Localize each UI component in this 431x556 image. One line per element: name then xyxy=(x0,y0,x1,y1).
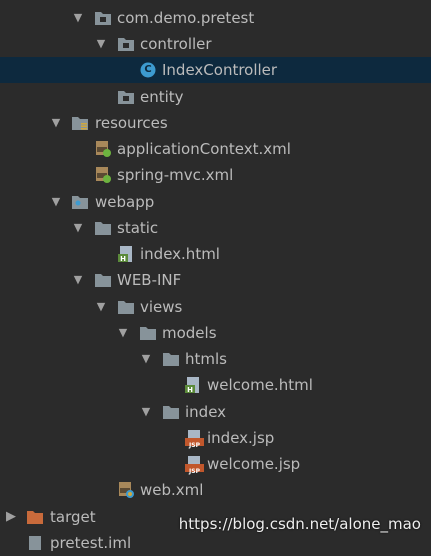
tree-label: resources xyxy=(95,114,168,132)
excluded-folder-icon xyxy=(27,511,43,524)
tree-row-htmls[interactable]: ▼ htmls xyxy=(0,346,431,372)
module-file-icon xyxy=(29,536,41,550)
watermark-text: https://blog.csdn.net/alone_mao xyxy=(178,515,421,533)
chevron-down-icon[interactable]: ▼ xyxy=(71,267,85,293)
chevron-down-icon[interactable]: ▼ xyxy=(94,31,108,57)
package-icon xyxy=(118,91,134,104)
chevron-down-icon[interactable]: ▼ xyxy=(116,320,130,346)
tree-row-controller[interactable]: ▼ controller xyxy=(0,31,431,57)
tree-label: welcome.html xyxy=(207,376,313,394)
chevron-down-icon[interactable]: ▼ xyxy=(49,110,63,136)
tree-label: controller xyxy=(140,35,212,53)
tree-row-webinf[interactable]: ▼ WEB-INF xyxy=(0,267,431,293)
tree-row-entity[interactable]: entity xyxy=(0,84,431,110)
folder-icon xyxy=(163,353,179,366)
package-icon xyxy=(95,12,111,25)
tree-row-webxml[interactable]: web.xml xyxy=(0,477,431,503)
folder-icon xyxy=(163,406,179,419)
tree-row-resources[interactable]: ▼ resources xyxy=(0,110,431,136)
tree-label: target xyxy=(50,508,96,526)
folder-icon xyxy=(140,327,156,340)
tree-row-welcomejsp[interactable]: JSP welcome.jsp xyxy=(0,451,431,477)
chevron-down-icon[interactable]: ▼ xyxy=(71,215,85,241)
tree-row-indexcontroller[interactable]: C IndexController xyxy=(0,57,431,83)
tree-row-package-pretest[interactable]: ▼ com.demo.pretest xyxy=(0,5,431,31)
spring-xml-icon xyxy=(96,141,111,157)
tree-label: spring-mvc.xml xyxy=(117,166,234,184)
tree-label: index.jsp xyxy=(207,429,275,447)
tree-row-indexhtml[interactable]: H index.html xyxy=(0,241,431,267)
tree-row-views[interactable]: ▼ views xyxy=(0,294,431,320)
chevron-down-icon[interactable]: ▼ xyxy=(49,189,63,215)
chevron-down-icon[interactable]: ▼ xyxy=(71,5,85,31)
tree-row-pretestiml[interactable]: pretest.iml xyxy=(0,530,431,556)
tree-label: pretest.iml xyxy=(50,534,132,552)
tree-label: web.xml xyxy=(140,481,204,499)
tree-row-models[interactable]: ▼ models xyxy=(0,320,431,346)
folder-icon xyxy=(118,301,134,314)
tree-label: welcome.jsp xyxy=(207,455,301,473)
tree-row-webapp[interactable]: ▼ webapp xyxy=(0,189,431,215)
resources-folder-icon xyxy=(72,117,88,130)
tree-label: applicationContext.xml xyxy=(117,140,291,158)
chevron-down-icon[interactable]: ▼ xyxy=(94,294,108,320)
tree-label: index.html xyxy=(140,245,220,263)
tree-label: index xyxy=(185,403,227,421)
tree-label: views xyxy=(140,298,183,316)
tree-label: WEB-INF xyxy=(117,271,182,289)
tree-row-index-folder[interactable]: ▼ index xyxy=(0,399,431,425)
tree-label: entity xyxy=(140,88,184,106)
web-xml-icon xyxy=(119,482,134,498)
tree-label: models xyxy=(162,324,217,342)
package-icon xyxy=(118,38,134,51)
chevron-down-icon[interactable]: ▼ xyxy=(139,399,153,425)
tree-label: IndexController xyxy=(162,61,278,79)
chevron-right-icon[interactable]: ▶ xyxy=(4,504,18,530)
class-badge-letter: C xyxy=(144,64,152,75)
tree-row-indexjsp[interactable]: JSP index.jsp xyxy=(0,425,431,451)
chevron-down-icon[interactable]: ▼ xyxy=(139,346,153,372)
folder-icon xyxy=(95,222,111,235)
tree-row-springmvc[interactable]: spring-mvc.xml xyxy=(0,162,431,188)
tree-label: htmls xyxy=(185,350,227,368)
tree-row-welcomehtml[interactable]: H welcome.html xyxy=(0,372,431,398)
tree-label: webapp xyxy=(95,193,155,211)
web-folder-icon xyxy=(72,196,88,209)
tree-label: com.demo.pretest xyxy=(117,9,255,27)
folder-icon xyxy=(95,274,111,287)
tree-row-applicationcontext[interactable]: applicationContext.xml xyxy=(0,136,431,162)
tree-label: static xyxy=(117,219,159,237)
tree-row-static[interactable]: ▼ static xyxy=(0,215,431,241)
spring-xml-icon xyxy=(96,167,111,183)
